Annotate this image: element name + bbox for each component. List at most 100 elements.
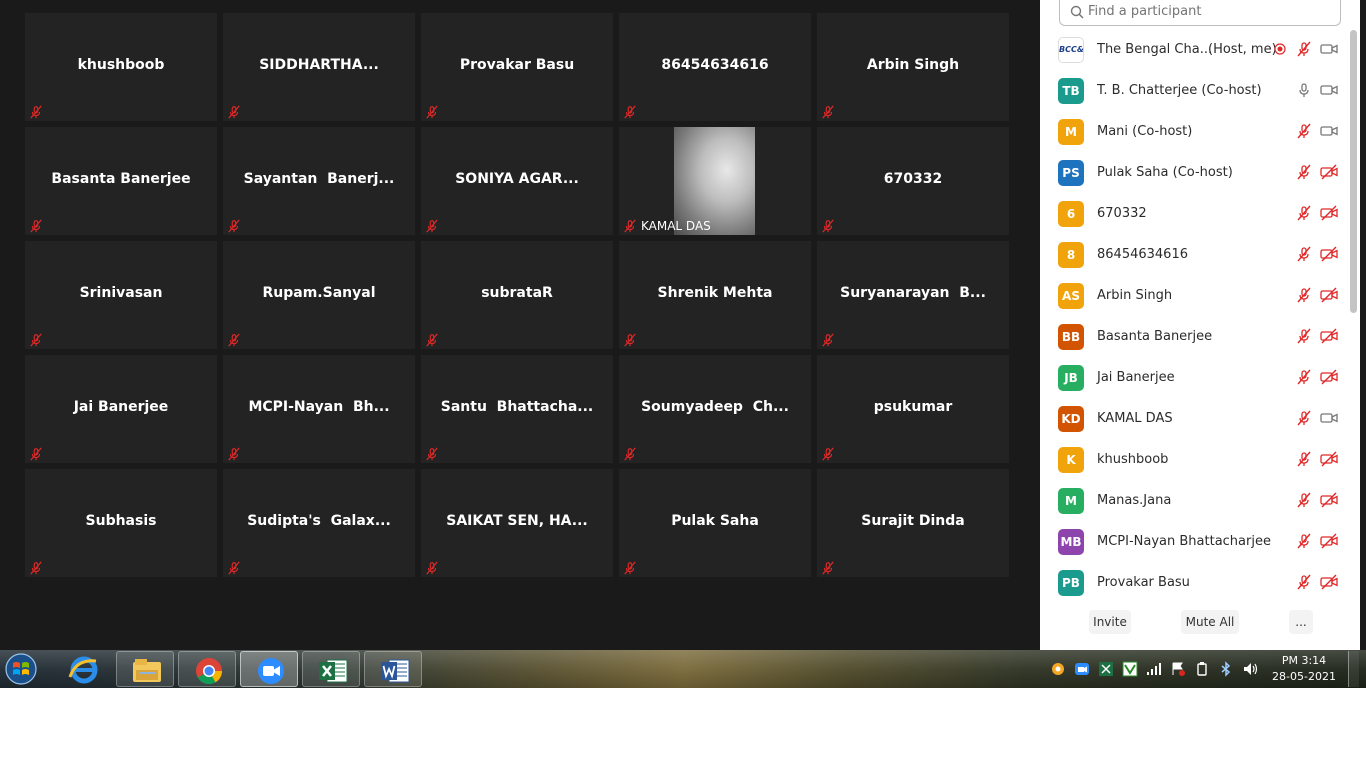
taskbar-app-file-explorer[interactable] bbox=[116, 651, 174, 687]
muted-mic-icon bbox=[425, 447, 439, 461]
participant-row[interactable]: BB Basanta Banerjee bbox=[1058, 316, 1358, 357]
muted-mic-icon[interactable] bbox=[1296, 574, 1312, 590]
participant-row[interactable]: M Manas.Jana bbox=[1058, 480, 1358, 521]
participant-tile[interactable]: Santu Bhattacha... bbox=[421, 355, 613, 463]
muted-mic-icon bbox=[425, 219, 439, 233]
participant-tile[interactable]: psukumar bbox=[817, 355, 1009, 463]
muted-mic-icon[interactable] bbox=[1296, 492, 1312, 508]
camera-off-icon[interactable] bbox=[1320, 246, 1338, 262]
muted-mic-icon[interactable] bbox=[1296, 205, 1312, 221]
participant-tile[interactable]: Surajit Dinda bbox=[817, 469, 1009, 577]
camera-off-icon[interactable] bbox=[1320, 328, 1338, 344]
volume-icon[interactable] bbox=[1242, 661, 1258, 677]
participant-tile[interactable]: Subhasis bbox=[25, 469, 217, 577]
start-button-icon[interactable] bbox=[2, 652, 40, 686]
tile-name: Surajit Dinda bbox=[861, 513, 965, 529]
usb-device-icon[interactable] bbox=[1194, 661, 1210, 677]
camera-icon[interactable] bbox=[1320, 41, 1338, 57]
tile-name: Jai Banerjee bbox=[73, 399, 169, 415]
clock[interactable]: PM 3:14 28-05-2021 bbox=[1262, 653, 1346, 685]
participant-tile[interactable]: Sudipta's Galax... bbox=[223, 469, 415, 577]
camera-off-icon[interactable] bbox=[1320, 369, 1338, 385]
camera-off-icon[interactable] bbox=[1320, 287, 1338, 303]
participant-list-scrollbar[interactable] bbox=[1350, 30, 1357, 313]
camera-icon[interactable] bbox=[1320, 82, 1338, 98]
participant-row[interactable]: PS Pulak Saha (Co-host) bbox=[1058, 152, 1358, 193]
muted-mic-icon[interactable] bbox=[1296, 533, 1312, 549]
participant-tile[interactable]: SAIKAT SEN, HA... bbox=[421, 469, 613, 577]
participant-tile[interactable]: subrataR bbox=[421, 241, 613, 349]
participant-row[interactable]: AS Arbin Singh bbox=[1058, 275, 1358, 316]
participant-tile[interactable]: Arbin Singh bbox=[817, 13, 1009, 121]
bluetooth-icon[interactable] bbox=[1218, 661, 1234, 677]
mic-icon[interactable] bbox=[1296, 82, 1312, 98]
participant-row[interactable]: KD KAMAL DAS bbox=[1058, 398, 1358, 439]
participant-row[interactable]: 6 670332 bbox=[1058, 193, 1358, 234]
taskbar-app-word[interactable] bbox=[364, 651, 422, 687]
participant-row[interactable]: JB Jai Banerjee bbox=[1058, 357, 1358, 398]
camera-icon[interactable] bbox=[1320, 123, 1338, 139]
participant-tile[interactable]: Soumyadeep Ch... bbox=[619, 355, 811, 463]
participant-row[interactable]: PB Provakar Basu bbox=[1058, 562, 1358, 603]
tray-app-icon[interactable] bbox=[1050, 661, 1066, 677]
participant-row[interactable]: BCC& The Bengal Cha... (Host, me) bbox=[1058, 29, 1358, 70]
participant-tile[interactable]: Rupam.Sanyal bbox=[223, 241, 415, 349]
muted-mic-icon[interactable] bbox=[1296, 287, 1312, 303]
participant-tile[interactable]: Shrenik Mehta bbox=[619, 241, 811, 349]
camera-off-icon[interactable] bbox=[1320, 164, 1338, 180]
participant-tile[interactable]: Srinivasan bbox=[25, 241, 217, 349]
taskbar-app-internet-explorer[interactable] bbox=[54, 651, 112, 687]
more-button[interactable]: ... bbox=[1289, 610, 1313, 634]
muted-mic-icon[interactable] bbox=[1296, 328, 1312, 344]
camera-off-icon[interactable] bbox=[1320, 205, 1338, 221]
participant-tile[interactable]: Sayantan Banerj... bbox=[223, 127, 415, 235]
tile-name: Subhasis bbox=[85, 513, 157, 529]
camera-off-icon[interactable] bbox=[1320, 574, 1338, 590]
muted-mic-icon bbox=[29, 447, 43, 461]
muted-mic-icon[interactable] bbox=[1296, 369, 1312, 385]
signal-icon[interactable] bbox=[1146, 661, 1162, 677]
participant-tile[interactable]: KAMAL DAS bbox=[619, 127, 811, 235]
taskbar-app-excel[interactable] bbox=[302, 651, 360, 687]
muted-mic-icon[interactable] bbox=[1296, 451, 1312, 467]
participant-tile[interactable]: SONIYA AGAR... bbox=[421, 127, 613, 235]
show-desktop-button[interactable] bbox=[1348, 651, 1359, 687]
excel-tray-icon[interactable] bbox=[1098, 661, 1114, 677]
action-center-icon[interactable] bbox=[1170, 661, 1186, 677]
invite-button[interactable]: Invite bbox=[1089, 610, 1131, 634]
participant-name: Pulak Saha (Co-host) bbox=[1097, 165, 1233, 180]
participant-tile[interactable]: 86454634616 bbox=[619, 13, 811, 121]
participant-tile[interactable]: Jai Banerjee bbox=[25, 355, 217, 463]
participant-tile[interactable]: MCPI-Nayan Bh... bbox=[223, 355, 415, 463]
muted-mic-icon[interactable] bbox=[1296, 123, 1312, 139]
taskbar-app-chrome[interactable] bbox=[178, 651, 236, 687]
participant-tile[interactable]: Pulak Saha bbox=[619, 469, 811, 577]
antivirus-icon[interactable] bbox=[1122, 661, 1138, 677]
participant-row[interactable]: TB T. B. Chatterjee (Co-host) bbox=[1058, 70, 1358, 111]
participant-tile[interactable]: 670332 bbox=[817, 127, 1009, 235]
zoom-tray-icon[interactable] bbox=[1074, 661, 1090, 677]
participant-tile[interactable]: Provakar Basu bbox=[421, 13, 613, 121]
participant-search[interactable]: Find a participant bbox=[1059, 0, 1341, 26]
participant-tile[interactable]: SIDDHARTHA... bbox=[223, 13, 415, 121]
participant-name: The Bengal Cha... bbox=[1097, 42, 1213, 57]
participant-row[interactable]: 8 86454634616 bbox=[1058, 234, 1358, 275]
camera-off-icon[interactable] bbox=[1320, 533, 1338, 549]
participant-row[interactable]: MB MCPI-Nayan Bhattacharjee bbox=[1058, 521, 1358, 562]
muted-mic-icon[interactable] bbox=[1296, 164, 1312, 180]
camera-off-icon[interactable] bbox=[1320, 492, 1338, 508]
camera-icon[interactable] bbox=[1320, 410, 1338, 426]
participant-tile[interactable]: Suryanarayan B... bbox=[817, 241, 1009, 349]
camera-off-icon[interactable] bbox=[1320, 451, 1338, 467]
muted-mic-icon bbox=[425, 105, 439, 119]
participant-tile[interactable]: khushboob bbox=[25, 13, 217, 121]
participant-tile[interactable]: Basanta Banerjee bbox=[25, 127, 217, 235]
muted-mic-icon[interactable] bbox=[1296, 410, 1312, 426]
search-placeholder: Find a participant bbox=[1088, 4, 1202, 19]
participant-row[interactable]: Kkhushboob bbox=[1058, 439, 1358, 480]
muted-mic-icon[interactable] bbox=[1296, 41, 1312, 57]
mute-all-button[interactable]: Mute All bbox=[1181, 610, 1239, 634]
muted-mic-icon[interactable] bbox=[1296, 246, 1312, 262]
participant-row[interactable]: M Mani (Co-host) bbox=[1058, 111, 1358, 152]
taskbar-app-zoom[interactable] bbox=[240, 651, 298, 687]
